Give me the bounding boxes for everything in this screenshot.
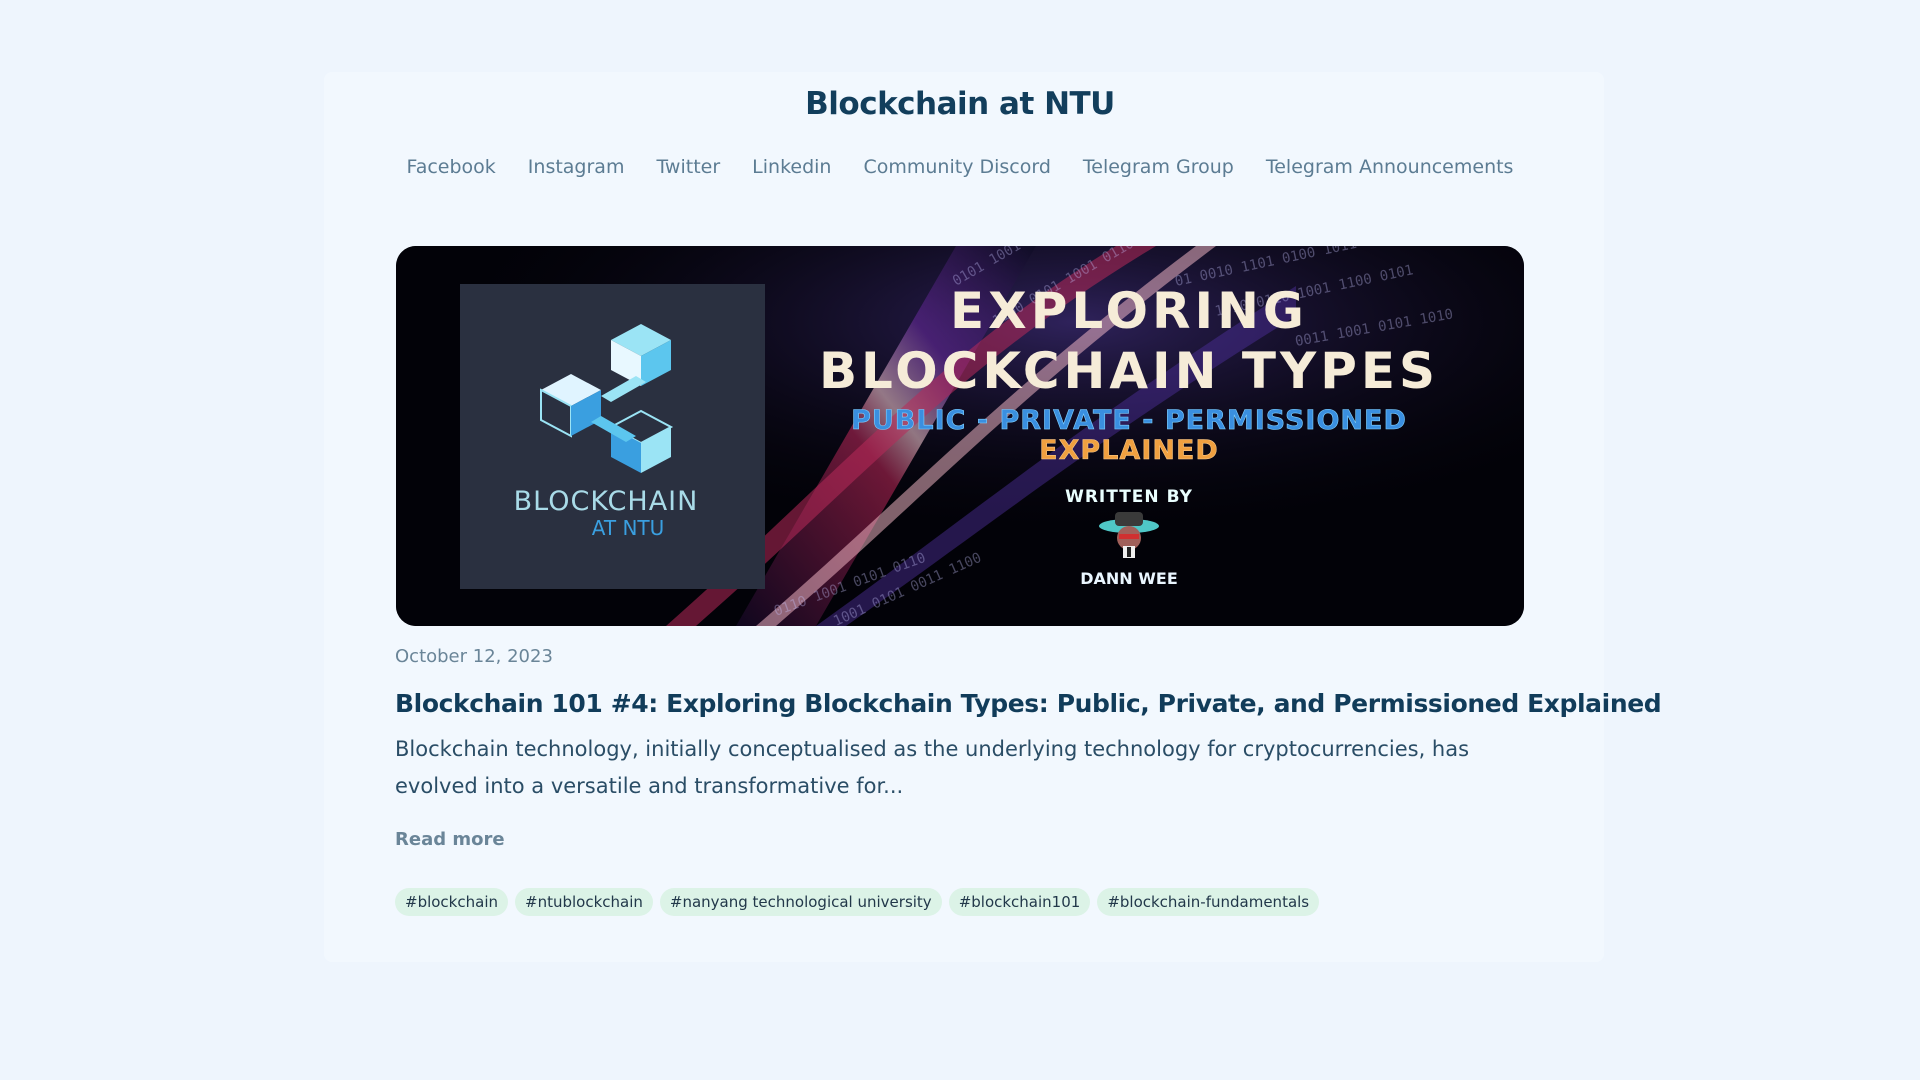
post-banner-image[interactable]: 0101 1001 0110 1010 0101 1100 0101 1001 … [396, 246, 1524, 626]
nav-link-telegram-group[interactable]: Telegram Group [1083, 156, 1234, 178]
nav-link-telegram-announcements[interactable]: Telegram Announcements [1266, 156, 1514, 178]
post-date: October 12, 2023 [395, 646, 553, 667]
banner-explained: EXPLAINED [1039, 435, 1219, 466]
post-excerpt: Blockchain technology, initially concept… [395, 737, 1470, 798]
nav-link-linkedin[interactable]: Linkedin [752, 156, 831, 178]
read-more-link[interactable]: Read more [395, 829, 505, 850]
social-nav: Facebook Instagram Twitter Linkedin Comm… [0, 156, 1920, 178]
post-tags: #blockchain #ntublockchain #nanyang tech… [395, 888, 1320, 916]
tag-nanyang-technological-university[interactable]: #nanyang technological university [659, 888, 942, 916]
tag-blockchain-fundamentals[interactable]: #blockchain-fundamentals [1097, 888, 1320, 916]
tag-blockchain[interactable]: #blockchain [395, 888, 508, 916]
post-title[interactable]: Blockchain 101 #4: Exploring Blockchain … [395, 689, 1662, 718]
tag-blockchain101[interactable]: #blockchain101 [948, 888, 1091, 916]
nav-link-facebook[interactable]: Facebook [407, 156, 496, 178]
nav-link-community-discord[interactable]: Community Discord [863, 156, 1050, 178]
banner-author: DANN WEE [1080, 569, 1178, 588]
nav-link-instagram[interactable]: Instagram [528, 156, 625, 178]
banner-subline: PUBLIC - PRIVATE - PERMISSIONED [851, 405, 1407, 436]
banner-written-by: WRITTEN BY [1065, 487, 1193, 507]
page: Blockchain at NTU Facebook Instagram Twi… [0, 0, 1920, 1080]
banner-headline-2: BLOCKCHAIN TYPES [819, 342, 1439, 400]
site-title[interactable]: Blockchain at NTU [0, 86, 1920, 122]
logo-text: BLOCKCHAIN [514, 486, 699, 517]
banner-headline-1: EXPLORING [950, 282, 1308, 340]
logo-subtext: AT NTU [592, 516, 665, 540]
tag-ntublockchain[interactable]: #ntublockchain [515, 888, 653, 916]
nav-link-twitter[interactable]: Twitter [656, 156, 720, 178]
